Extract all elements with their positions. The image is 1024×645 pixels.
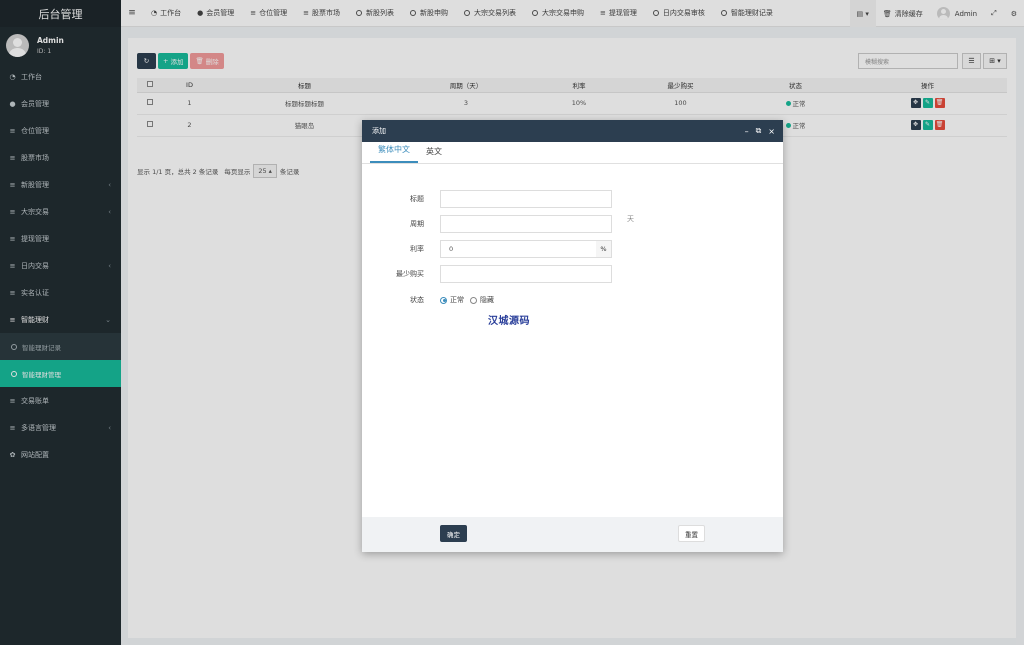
language-tabs: 繁体中文 英文 <box>362 142 783 164</box>
status-label: 状态 <box>410 296 424 304</box>
minimize-icon[interactable]: – <box>745 127 749 136</box>
min-label: 最少购买 <box>396 270 424 278</box>
percent-addon: % <box>596 240 612 258</box>
dialog-header[interactable]: 添加 – ⧉ × <box>362 120 783 142</box>
status-hidden-radio[interactable] <box>470 296 477 304</box>
min-purchase-input[interactable] <box>440 265 612 283</box>
tab-english[interactable]: 英文 <box>418 146 450 163</box>
title-input[interactable] <box>440 190 612 208</box>
form-row-title: 标题 <box>362 190 612 208</box>
status-radio-group: 正常 隐藏 <box>440 295 494 305</box>
period-input[interactable] <box>440 215 612 233</box>
rate-label: 利率 <box>410 245 424 253</box>
dialog-controls: – ⧉ × <box>738 120 775 142</box>
reset-button[interactable]: 重置 <box>678 525 705 542</box>
period-label: 周期 <box>410 220 424 228</box>
status-hidden-label: 隐藏 <box>480 296 494 304</box>
form-row-period: 周期 天 <box>362 215 634 233</box>
form-row-min: 最少购买 <box>362 265 612 283</box>
title-label: 标题 <box>410 195 424 203</box>
tab-traditional-chinese[interactable]: 繁体中文 <box>370 144 418 163</box>
period-suffix: 天 <box>627 215 634 223</box>
status-normal-radio[interactable] <box>440 296 447 304</box>
form-row-status: 状态 正常 隐藏 <box>362 295 494 305</box>
maximize-icon[interactable]: ⧉ <box>756 126 762 136</box>
confirm-button[interactable]: 确定 <box>440 525 467 542</box>
status-normal-label: 正常 <box>450 296 464 304</box>
dialog-title: 添加 <box>372 127 386 135</box>
add-dialog: 添加 – ⧉ × 繁体中文 英文 标题 周期 天 利率 0 % 最少购买 状态 … <box>362 120 783 552</box>
rate-input[interactable]: 0 <box>440 240 612 258</box>
close-icon[interactable]: × <box>768 127 775 136</box>
watermark: 汉城源码 <box>488 316 530 327</box>
dialog-footer: 确定 重置 <box>362 517 783 552</box>
form-row-rate: 利率 0 % <box>362 240 612 258</box>
